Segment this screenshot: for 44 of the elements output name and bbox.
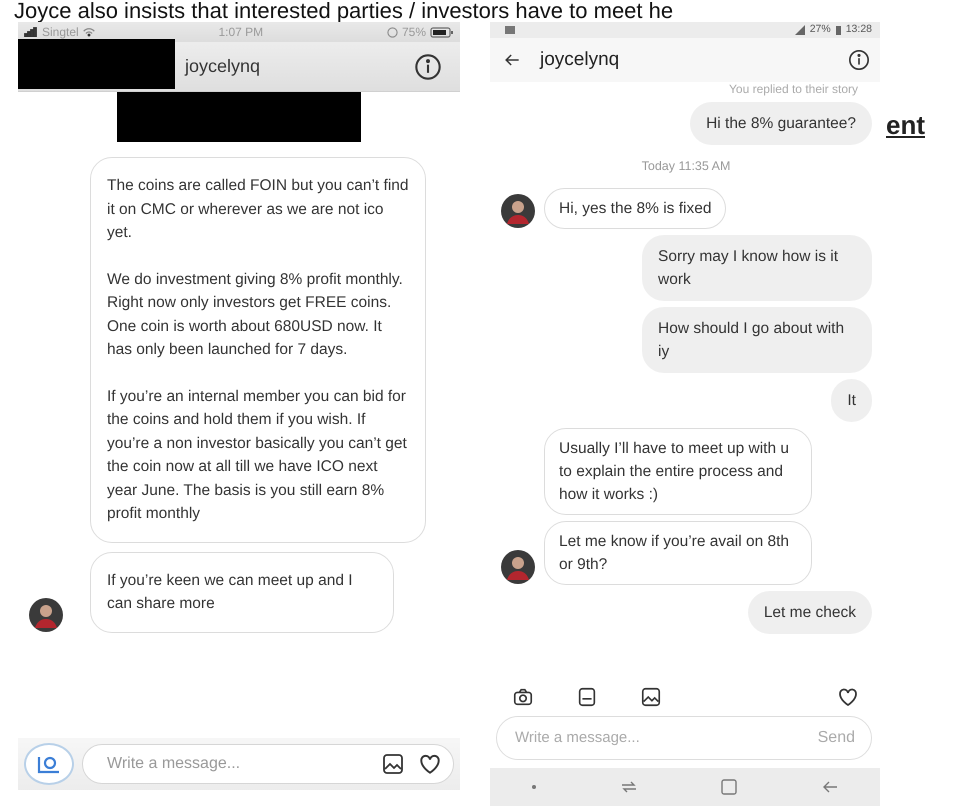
home-icon[interactable] [720,778,738,796]
avatar [500,549,536,585]
wifi-icon [82,27,95,37]
story-reply-note: You replied to their story [728,82,858,96]
battery-icon [834,24,842,36]
message-bubble: Usually I’ll have to meet up with u to explain the entire process and how it works :) [544,428,812,515]
carrier-name: Singtel [42,24,79,41]
dot-icon[interactable] [531,784,538,790]
sticker-icon[interactable] [576,686,598,708]
article-heading: Joyce also insists that interested parties / investors have to meet he [14,0,674,22]
avatar [500,193,536,229]
camera-button[interactable] [24,743,74,785]
recent-apps-icon[interactable] [620,779,638,795]
battery-percent: 27% [810,22,831,38]
status-time: 13:28 [846,22,872,38]
message-bubble: Hi, yes the 8% is fixed [544,188,726,229]
chat-title: joycelynq [185,55,260,78]
message-bubble: The coins are called FOIN but you can’t find it on CMC or wherever as we are not ico yet. We do investment giving 8% profit monthly. Right now only investors get FREE coins. One coin is worth about 680USD now. It has only been launched for 7 days. If you’re an internal member you can bid for the coins and hold them if you wish. If you’re a non investor basically you can’t get the coin now at all till we have ICO next year June. The basis is you still earn 8% profit monthly [90,157,426,542]
signal-icon [24,27,38,37]
battery-percent: 75% [402,24,426,41]
message-bubble: It [831,379,872,422]
send-button[interactable]: Send [818,726,855,750]
message-bubble: Sorry may I know how is it work [642,235,872,301]
back-icon[interactable] [820,779,839,795]
message-bubble: Hi the 8% guarantee? [690,102,872,145]
chat-title: joycelynq [540,48,620,72]
message-input[interactable]: Write a message... [513,726,818,750]
message-bubble: Let me know if you’re avail on 8th or 9th? [544,521,812,585]
info-icon[interactable] [414,52,442,80]
camera-icon[interactable] [512,686,534,708]
message-field[interactable]: Write a message... Send [496,716,872,760]
info-icon[interactable] [848,49,870,71]
status-time: 1:07 PM [218,24,264,41]
signal-icon [794,25,806,35]
message-bubble: Let me check [748,591,872,634]
message-field[interactable]: Write a message... [82,744,454,784]
timestamp: Today 11:35 AM [640,158,732,175]
avatar [28,596,64,632]
gallery-icon[interactable] [381,752,405,776]
gallery-icon[interactable] [640,686,662,708]
article-heading-fragment: ent [886,109,925,142]
message-bubble: If you’re keen we can meet up and I can share more [90,552,394,632]
message-bubble: How should I go about with iy [642,307,872,373]
battery-icon [430,26,454,38]
